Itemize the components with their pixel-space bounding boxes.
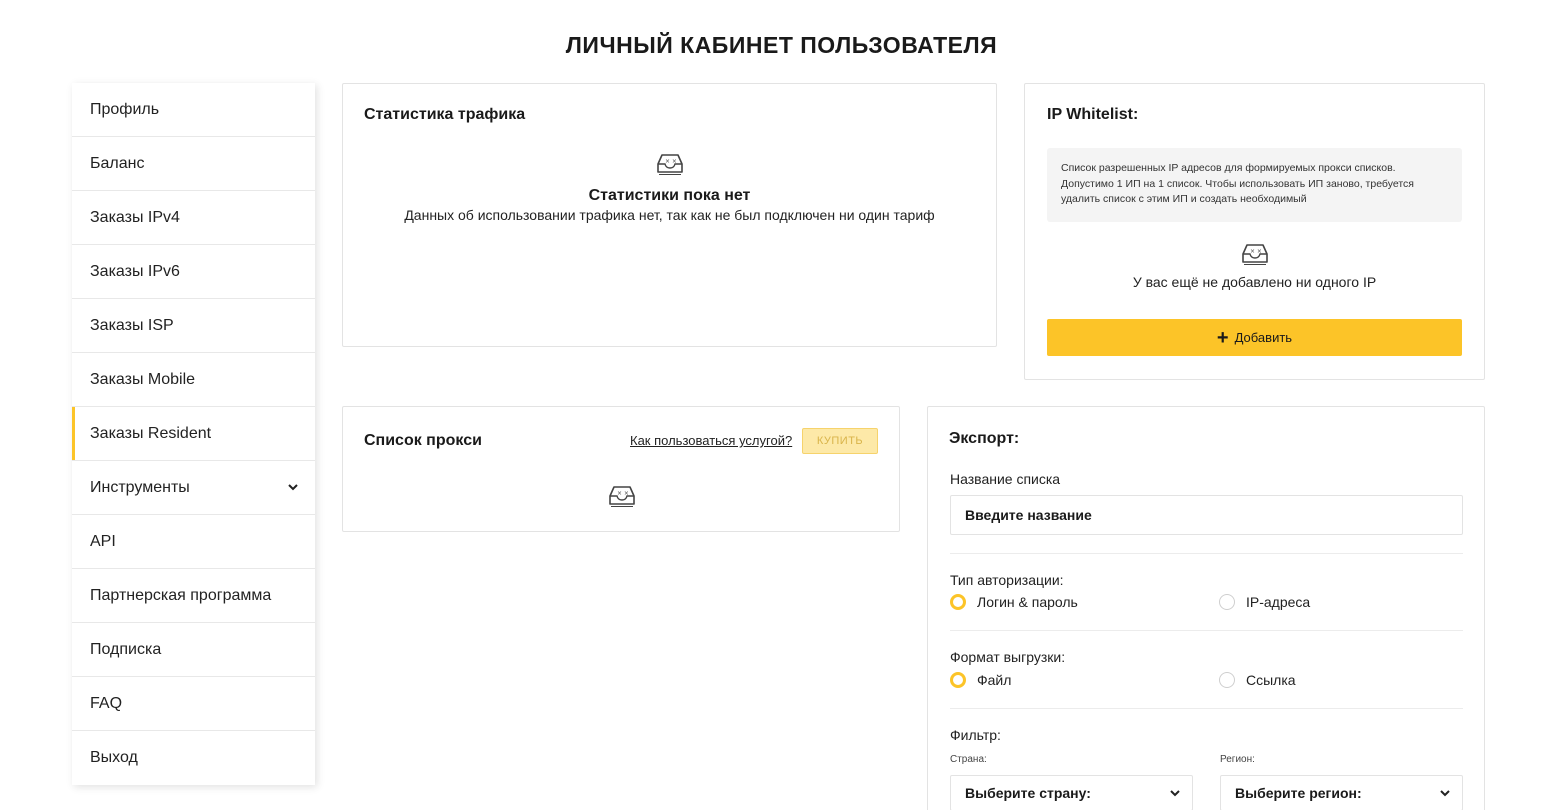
format-file-radio[interactable]: Файл (950, 672, 1011, 688)
card-title: Список прокси (364, 432, 482, 449)
sidebar-item-label: Подписка (90, 640, 162, 658)
sidebar-item-balance[interactable]: Баланс (72, 137, 315, 191)
chevron-down-icon (1170, 789, 1180, 797)
sidebar-item-orders-mobile[interactable]: Заказы Mobile (72, 353, 315, 407)
empty-inbox-icon: × × (1240, 242, 1270, 271)
sidebar-item-api[interactable]: API (72, 515, 315, 569)
divider (950, 708, 1463, 709)
radio-dot (950, 594, 966, 610)
list-name-label: Название списка (950, 471, 1061, 487)
country-select[interactable]: Выберите страну: (950, 775, 1193, 810)
sidebar-item-label: Инструменты (90, 478, 190, 496)
sidebar-item-label: Партнерская программа (90, 586, 272, 604)
radio-label: Файл (977, 672, 1012, 688)
chevron-down-icon (1440, 789, 1450, 797)
sidebar-item-label: Заказы ISP (90, 316, 174, 334)
filter-label: Фильтр: (950, 727, 1001, 743)
radio-dot (1219, 594, 1235, 610)
ip-whitelist-card: IP Whitelist: Список разрешенных IP адре… (1024, 83, 1485, 380)
radio-label: Ссылка (1246, 672, 1296, 688)
auth-ip-address-radio[interactable]: IP-адреса (1219, 594, 1310, 610)
empty-title: Статистики пока нет (588, 187, 751, 204)
sidebar-item-label: Выход (90, 749, 138, 766)
info-text-line: Список разрешенных IP адресов для формир… (1061, 162, 1396, 174)
svg-text:× ×: × × (617, 490, 629, 497)
how-to-use-link[interactable]: Как пользоваться услугой? (630, 433, 792, 448)
sidebar-item-partner-program[interactable]: Партнерская программа (72, 569, 315, 623)
radio-dot (950, 672, 966, 688)
chevron-down-icon (287, 482, 299, 494)
sidebar-item-orders-ipv4[interactable]: Заказы IPv4 (72, 191, 315, 245)
list-name-input[interactable] (950, 495, 1463, 535)
format-link-radio[interactable]: Ссылка (1219, 672, 1296, 688)
radio-label: IP-адреса (1246, 594, 1311, 610)
empty-inbox-icon: × × (607, 484, 637, 513)
svg-text:× ×: × × (1250, 248, 1262, 255)
sidebar-item-label: Заказы IPv4 (90, 208, 180, 226)
divider (950, 630, 1463, 631)
page-title: ЛИЧНЫЙ КАБИНЕТ ПОЛЬЗОВАТЕЛЯ (565, 32, 998, 58)
sidebar-item-logout[interactable]: Выход (72, 731, 315, 785)
info-box: Список разрешенных IP адресов для формир… (1047, 148, 1462, 222)
empty-text: Данных об использовании трафика нет, так… (404, 207, 935, 223)
sidebar-item-label: API (90, 532, 116, 550)
sidebar-item-orders-isp[interactable]: Заказы ISP (72, 299, 315, 353)
sidebar-item-profile[interactable]: Профиль (72, 83, 315, 137)
empty-text: У вас ещё не добавлено ни одного IP (1132, 274, 1377, 290)
sidebar-item-label: FAQ (90, 694, 123, 712)
empty-inbox-icon: × × (655, 152, 685, 181)
sidebar-item-label: Заказы Resident (90, 424, 212, 442)
auth-login-password-radio[interactable]: Логин & пароль (950, 594, 1078, 610)
region-select[interactable]: Выберите регион: (1220, 775, 1463, 810)
divider (950, 553, 1463, 554)
sidebar-item-tools[interactable]: Инструменты (72, 461, 315, 515)
info-text-line: удалить список с этим ИП и создать необх… (1061, 193, 1307, 205)
sidebar-item-label: Баланс (90, 154, 145, 172)
country-select-value: Выберите страну: (965, 785, 1091, 801)
proxy-list-card: Список прокси Как пользоваться услугой? … (342, 406, 900, 532)
export-format-label: Формат выгрузки: (950, 649, 1066, 665)
radio-label: Логин & пароль (977, 594, 1078, 610)
country-label: Страна: (950, 754, 987, 765)
info-text-line: Допустимо 1 ИП на 1 список. Чтобы исполь… (1061, 177, 1414, 190)
sidebar-item-label: Заказы Mobile (90, 370, 196, 388)
sidebar-item-orders-ipv6[interactable]: Заказы IPv6 (72, 245, 315, 299)
region-select-value: Выберите регион: (1235, 785, 1362, 801)
sidebar-item-label: Заказы IPv6 (90, 262, 180, 280)
export-card: Экспорт: Название списка Тип авторизации… (927, 406, 1485, 810)
radio-dot (1219, 672, 1235, 688)
svg-text:× ×: × × (665, 158, 677, 165)
buy-button[interactable]: КУПИТЬ (802, 428, 878, 454)
card-title: IP Whitelist: (1047, 106, 1139, 123)
sidebar-item-orders-resident[interactable]: Заказы Resident (72, 407, 315, 461)
sidebar-item-faq[interactable]: FAQ (72, 677, 315, 731)
add-ip-label: Добавить (1234, 330, 1293, 345)
region-label: Регион: (1220, 754, 1255, 765)
sidebar-item-subscription[interactable]: Подписка (72, 623, 315, 677)
card-title: Статистика трафика (364, 106, 526, 123)
traffic-stats-card: Статистика трафика × × Статистики пока н… (342, 83, 997, 347)
add-ip-button[interactable]: + Добавить (1047, 319, 1462, 356)
sidebar-menu: Профиль Баланс Заказы IPv4 Заказы IPv6 З… (72, 83, 315, 785)
card-title: Экспорт: (949, 430, 1020, 447)
plus-icon: + (1216, 326, 1229, 349)
sidebar-item-label: Профиль (90, 100, 160, 118)
auth-type-label: Тип авторизации: (950, 572, 1064, 588)
